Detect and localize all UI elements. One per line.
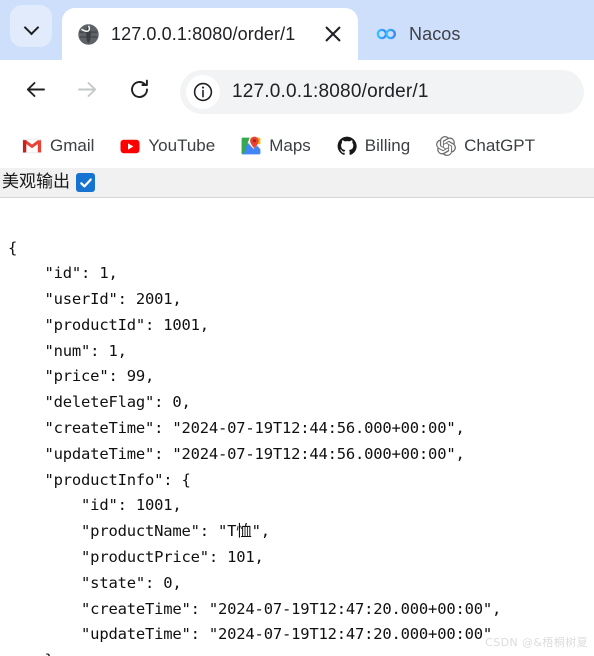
globe-icon [78,23,99,45]
bookmark-gmail[interactable]: Gmail [14,130,102,162]
forward-button[interactable] [66,71,108,113]
bookmarks-bar: Gmail YouTube Maps Billing ChatGPT [0,124,594,168]
bookmark-maps[interactable]: Maps [233,130,319,162]
youtube-icon [120,136,140,156]
pretty-print-checkbox[interactable] [76,173,95,192]
bookmark-label: YouTube [148,136,216,155]
maps-icon [241,136,261,156]
bookmark-youtube[interactable]: YouTube [112,130,223,162]
tab-title: Nacos [409,23,461,44]
nacos-infinity-icon [376,24,397,45]
github-icon [337,136,357,156]
info-circle-icon[interactable] [186,75,220,109]
reload-button[interactable] [118,71,160,113]
url-text: 127.0.0.1:8080/order/1 [232,81,429,102]
back-button[interactable] [14,71,56,113]
arrow-right-icon [76,78,99,106]
bookmark-label: ChatGPT [464,136,536,155]
page-viewport: 美观输出 { "id": 1, "userId": 2001, "product… [0,168,594,656]
json-output: { "id": 1, "userId": 2001, "productId": … [8,238,502,656]
tab-strip: 127.0.0.1:8080/order/1 Nacos [0,0,594,60]
gmail-icon [22,136,42,156]
browser-window: 127.0.0.1:8080/order/1 Nacos 127.0.0.1:8… [0,0,594,656]
address-bar[interactable]: 127.0.0.1:8080/order/1 [180,70,584,114]
chatgpt-icon [436,136,456,156]
chevron-down-icon [25,20,38,33]
watermark: CSDN @&梧桐树夏 [485,636,588,649]
tab-list-button[interactable] [10,5,52,47]
tab-search-area [0,0,62,60]
reload-icon [128,78,151,106]
close-icon[interactable] [320,21,346,47]
bookmark-chatgpt[interactable]: ChatGPT [428,130,543,162]
tab-order[interactable]: 127.0.0.1:8080/order/1 [62,8,358,60]
tab-nacos[interactable]: Nacos [358,8,475,60]
bookmark-label: Billing [364,136,411,155]
tab-title: 127.0.0.1:8080/order/1 [111,23,296,44]
bookmark-label: Gmail [50,136,95,155]
pretty-print-bar: 美观输出 [0,168,594,198]
checkmark-icon [79,178,92,187]
pretty-print-label: 美观输出 [2,172,70,192]
browser-toolbar: 127.0.0.1:8080/order/1 [0,60,594,124]
bookmark-billing[interactable]: Billing [329,130,418,162]
bookmark-label: Maps [269,136,311,155]
arrow-left-icon [24,78,47,106]
